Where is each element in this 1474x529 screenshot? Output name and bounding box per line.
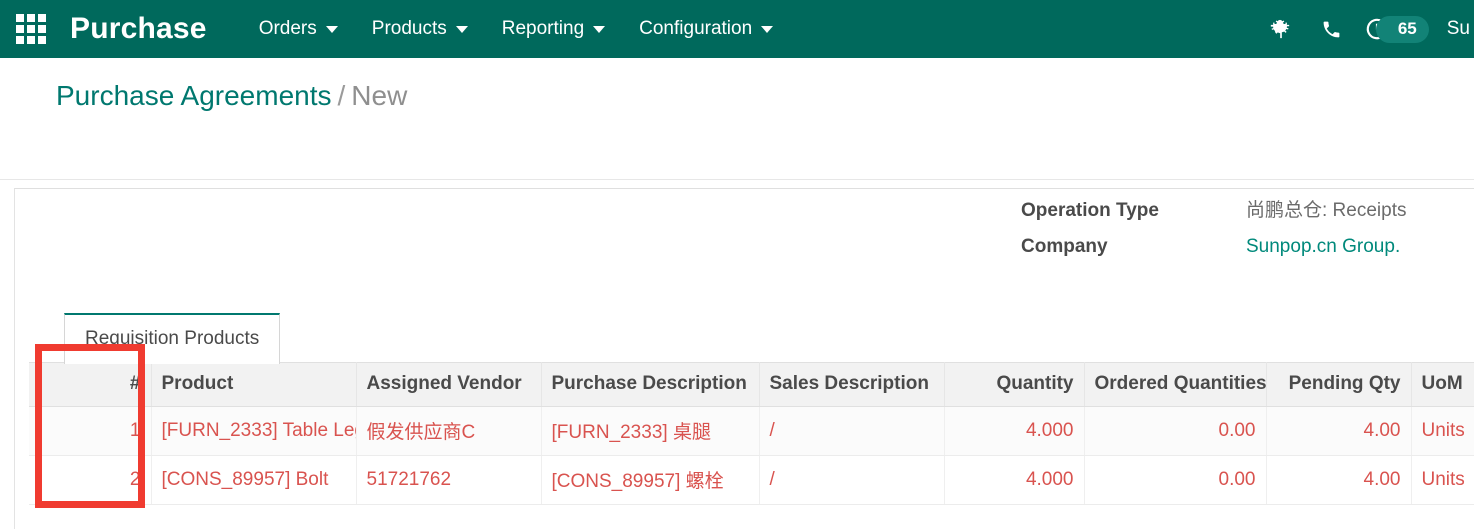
menu-products-label: Products	[371, 18, 447, 39]
chevron-down-icon	[761, 25, 774, 33]
form-field-column: Operation Type 尚鹏总仓: Receipts Company Su…	[1021, 195, 1474, 272]
breadcrumb-separator: /	[337, 80, 346, 111]
column-header-seq[interactable]: #	[29, 362, 152, 407]
bug-icon[interactable]	[1254, 18, 1306, 40]
cell-pending-qty[interactable]: 4.00	[1266, 455, 1412, 505]
table-header: # Product Assigned Vendor Purchase Descr…	[29, 362, 1474, 407]
notebook-tabs: Requisition Products	[64, 313, 1474, 364]
cell-product[interactable]: [FURN_2333] Table Leg	[151, 406, 357, 456]
menu-orders[interactable]: Orders	[259, 18, 338, 40]
menu-configuration-label: Configuration	[639, 18, 753, 39]
cell-sales-description[interactable]: /	[759, 406, 945, 456]
table-body: 1 [FURN_2333] Table Leg 假发供应商C [FURN_233…	[29, 406, 1474, 505]
navbar-systray: 65 Su	[1254, 0, 1474, 58]
top-navbar: Purchase Orders Products Reporting Confi…	[0, 0, 1474, 58]
field-operation-type-value: 尚鹏总仓: Receipts	[1246, 200, 1407, 221]
cell-ordered-quantities[interactable]: 0.00	[1084, 406, 1267, 456]
column-header-assigned-vendor[interactable]: Assigned Vendor	[356, 362, 542, 407]
column-header-purchase-description[interactable]: Purchase Description	[541, 362, 760, 407]
field-company-value[interactable]: Sunpop.cn Group.	[1246, 236, 1400, 258]
cell-sales-description[interactable]: /	[759, 455, 945, 505]
cell-quantity[interactable]: 4.000	[944, 455, 1085, 505]
breadcrumb-root[interactable]: Purchase Agreements	[56, 80, 332, 111]
cell-uom[interactable]: Units	[1411, 406, 1474, 456]
cell-product[interactable]: [CONS_89957] Bolt	[151, 455, 357, 505]
chevron-down-icon	[325, 25, 338, 33]
column-header-ordered-quantities[interactable]: Ordered Quantities	[1084, 362, 1267, 407]
chevron-down-icon	[455, 25, 468, 33]
menu-orders-label: Orders	[258, 18, 317, 39]
timer-count-badge: 65	[1375, 15, 1429, 43]
user-menu[interactable]: Su	[1447, 18, 1470, 40]
table-row[interactable]: 1 [FURN_2333] Table Leg 假发供应商C [FURN_233…	[29, 406, 1474, 456]
column-header-pending-qty[interactable]: Pending Qty	[1266, 362, 1412, 407]
chevron-down-icon	[593, 25, 606, 33]
apps-grid-icon[interactable]	[14, 12, 48, 46]
main-menu: Orders Products Reporting Configuration	[259, 18, 774, 40]
column-header-sales-description[interactable]: Sales Description	[759, 362, 945, 407]
field-company: Company Sunpop.cn Group.	[1021, 236, 1474, 258]
form-sheet: Operation Type 尚鹏总仓: Receipts Company Su…	[14, 188, 1474, 529]
breadcrumb: Purchase Agreements / New	[0, 58, 1474, 112]
cell-purchase-description[interactable]: [FURN_2333] 桌腿	[541, 406, 760, 456]
column-header-product[interactable]: Product	[151, 362, 357, 407]
column-header-quantity[interactable]: Quantity	[944, 362, 1085, 407]
cell-seq: 1	[29, 406, 152, 456]
cell-seq: 2	[29, 455, 152, 505]
table-row[interactable]: 2 [CONS_89957] Bolt 51721762 [CONS_89957…	[29, 455, 1474, 505]
cell-vendor[interactable]: 假发供应商C	[356, 406, 542, 456]
menu-configuration[interactable]: Configuration	[639, 18, 774, 40]
cell-quantity[interactable]: 4.000	[944, 406, 1085, 456]
phone-icon[interactable]	[1306, 19, 1358, 40]
control-panel: Purchase Agreements/New EDIT CREATE Prin…	[0, 58, 1474, 226]
menu-reporting-label: Reporting	[501, 18, 585, 39]
table-header-row: # Product Assigned Vendor Purchase Descr…	[29, 362, 1474, 407]
field-operation-type: Operation Type 尚鹏总仓: Receipts	[1021, 195, 1474, 222]
form-sheet-area: Operation Type 尚鹏总仓: Receipts Company Su…	[0, 184, 1474, 529]
notebook: Requisition Products	[64, 313, 1474, 364]
requisition-products-table: # Product Assigned Vendor Purchase Descr…	[29, 362, 1474, 505]
cell-uom[interactable]: Units	[1411, 455, 1474, 505]
menu-reporting[interactable]: Reporting	[501, 18, 606, 40]
tab-requisition-products[interactable]: Requisition Products	[64, 313, 281, 364]
app-brand-title[interactable]: Purchase	[70, 12, 207, 46]
column-header-uom[interactable]: UoM	[1411, 362, 1474, 407]
breadcrumb-current: New	[351, 80, 408, 111]
cell-purchase-description[interactable]: [CONS_89957] 螺栓	[541, 455, 760, 505]
cell-pending-qty[interactable]: 4.00	[1266, 406, 1412, 456]
cell-ordered-quantities[interactable]: 0.00	[1084, 455, 1267, 505]
field-operation-type-label: Operation Type	[1021, 200, 1159, 221]
cell-vendor[interactable]: 51721762	[356, 455, 542, 505]
menu-products[interactable]: Products	[372, 18, 468, 40]
requisition-products-table-wrapper: # Product Assigned Vendor Purchase Descr…	[29, 362, 1474, 505]
field-company-label: Company	[1021, 236, 1108, 257]
activity-timer[interactable]: 65	[1364, 15, 1429, 43]
